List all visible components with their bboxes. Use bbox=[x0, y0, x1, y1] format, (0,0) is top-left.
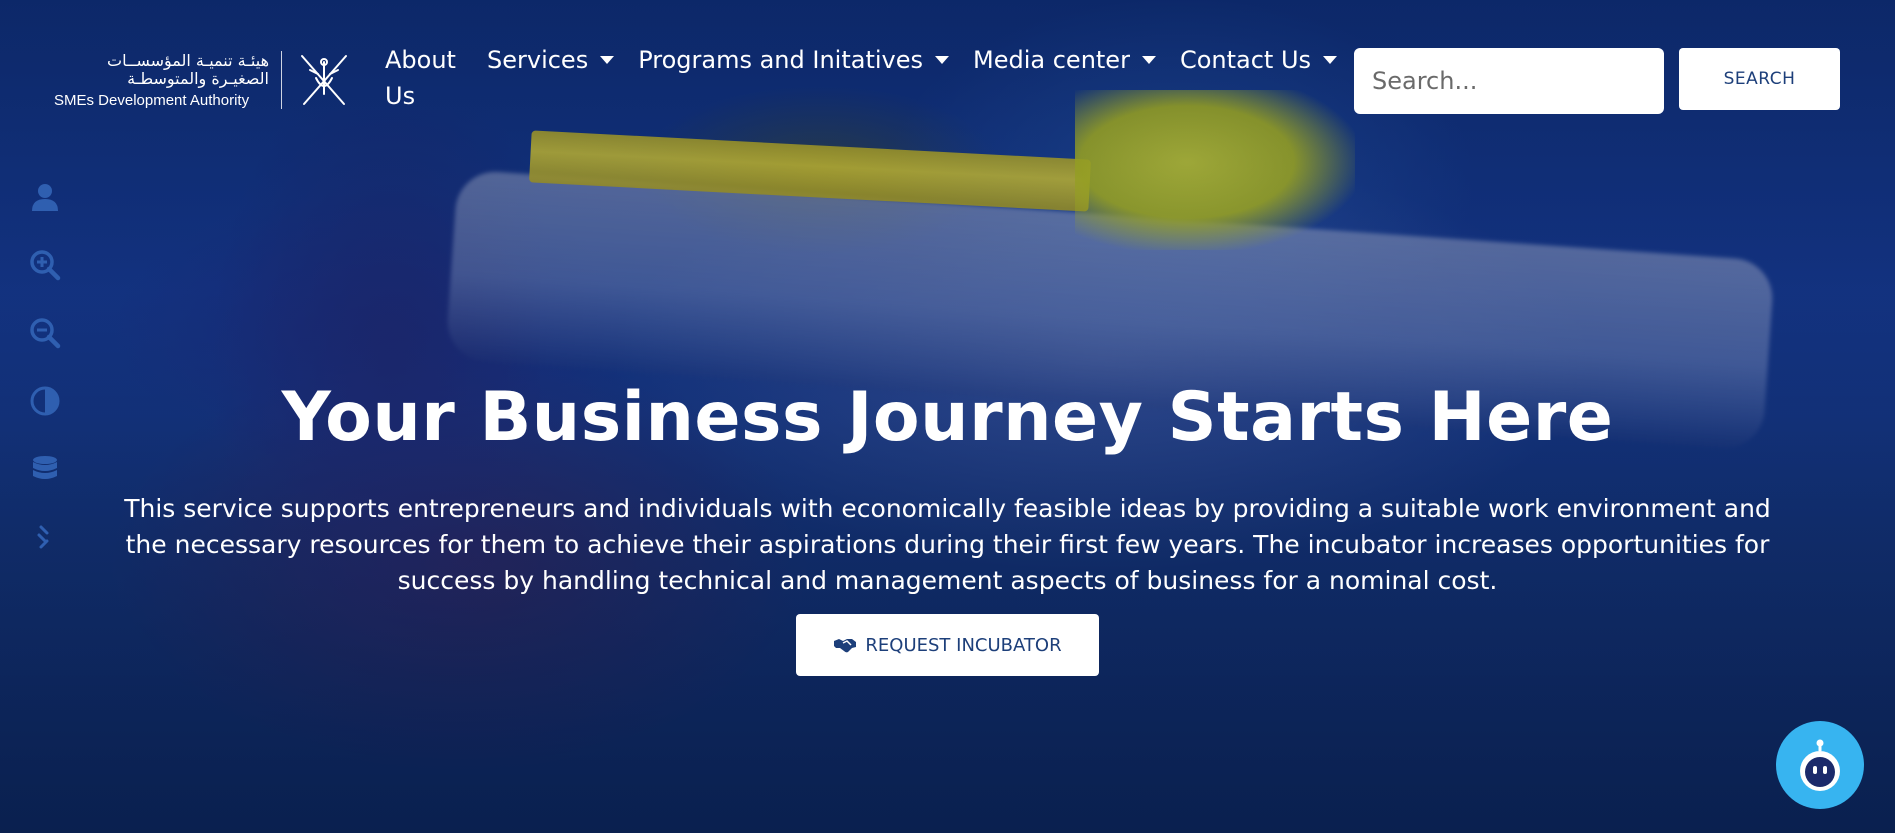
chevron-down-icon bbox=[935, 56, 950, 64]
chevron-down-icon bbox=[1323, 56, 1338, 64]
hero-description: This service supports entrepreneurs and … bbox=[124, 494, 1771, 595]
nav-item-about-us[interactable]: About Us bbox=[385, 42, 463, 114]
request-incubator-button[interactable]: REQUEST INCUBATOR bbox=[796, 614, 1099, 676]
search-button[interactable]: SEARCH bbox=[1679, 48, 1840, 110]
search-input[interactable] bbox=[1354, 48, 1664, 114]
link-button[interactable] bbox=[27, 518, 63, 556]
page: هيئـة تنميـة المؤسســات الصغيـرة والمتوس… bbox=[0, 0, 1895, 833]
zoom-in-icon bbox=[30, 250, 61, 281]
chevron-down-icon bbox=[1141, 56, 1156, 64]
zoom-out-icon bbox=[30, 318, 61, 349]
logo-arabic-line-1: هيئـة تنميـة المؤسســات bbox=[107, 50, 269, 70]
logo-english-name: SMEs Development Authority bbox=[54, 91, 250, 109]
logo-arabic-line-2: الصغيـرة والمتوسطـة bbox=[127, 68, 269, 88]
site-logo[interactable]: هيئـة تنميـة المؤسســات الصغيـرة والمتوس… bbox=[54, 48, 356, 112]
zoom-out-button[interactable] bbox=[27, 314, 63, 352]
nav-item-label: Programs and Initatives bbox=[638, 46, 924, 74]
logo-text: هيئـة تنميـة المؤسســات الصغيـرة والمتوس… bbox=[54, 50, 269, 109]
link-icon bbox=[37, 525, 49, 549]
nav-item-services[interactable]: Services bbox=[487, 42, 615, 78]
oman-emblem-icon bbox=[301, 55, 347, 105]
chevron-down-icon bbox=[600, 56, 615, 64]
nav-item-label: Media center bbox=[973, 46, 1130, 74]
user-icon bbox=[32, 184, 58, 211]
nav-item-media-center[interactable]: Media center bbox=[973, 42, 1156, 78]
nav-item-label: Contact Us bbox=[1179, 46, 1312, 74]
hero-title: Your Business Journey Starts Here bbox=[281, 377, 1614, 457]
chatbot-button[interactable] bbox=[1776, 721, 1864, 809]
main-nav: About Us Services Programs and Initative… bbox=[385, 42, 1338, 114]
database-icon bbox=[33, 456, 57, 479]
nav-item-label: Services bbox=[487, 46, 589, 74]
zoom-in-button[interactable] bbox=[27, 246, 63, 284]
nav-item-contact-us[interactable]: Contact Us bbox=[1179, 42, 1338, 78]
handshake-icon bbox=[834, 639, 857, 653]
accessibility-profile-button[interactable] bbox=[27, 178, 63, 216]
logo-divider bbox=[281, 51, 282, 109]
nav-item-programs[interactable]: Programs and Initatives bbox=[638, 42, 950, 78]
robot-icon bbox=[1800, 739, 1840, 791]
request-incubator-label: REQUEST INCUBATOR bbox=[865, 634, 1062, 656]
accessibility-toolbar bbox=[27, 178, 63, 556]
